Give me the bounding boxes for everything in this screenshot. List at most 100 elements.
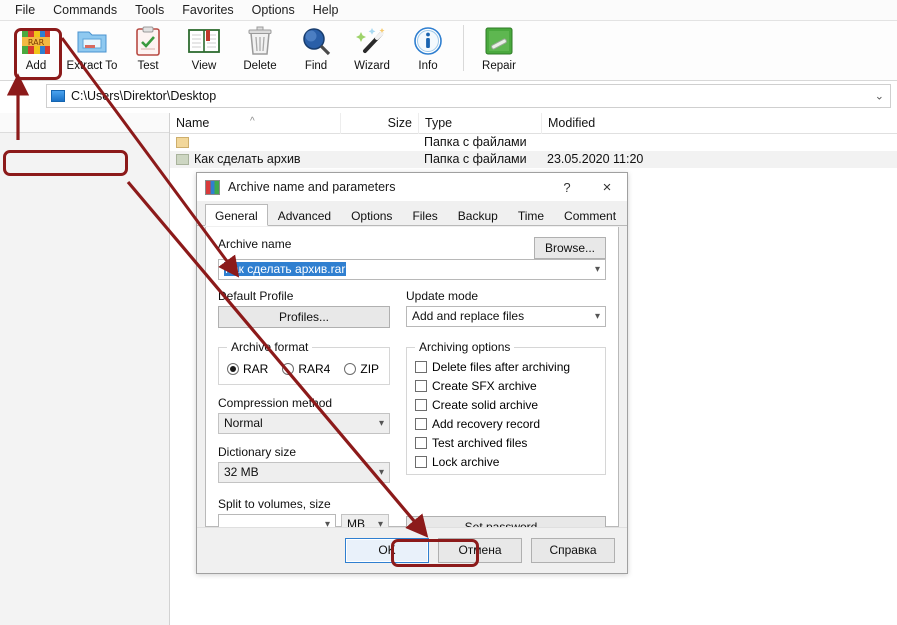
toolbar-label-test: Test [137,60,159,72]
checkbox-create-sfx-archive[interactable]: Create SFX archive [415,379,597,393]
checkbox-label: Create solid archive [432,398,539,412]
browse-button[interactable]: Browse... [534,237,606,259]
checkbox-lock-archive[interactable]: Lock archive [415,455,597,469]
file-size-cell [340,134,418,151]
chevron-down-icon[interactable]: ▾ [595,260,600,279]
folder-tree-pane[interactable] [0,113,170,625]
menu-item-file[interactable]: File [6,0,44,20]
help-button[interactable]: ? [547,173,587,201]
close-icon[interactable]: × [587,173,627,201]
checkbox-icon [415,437,427,449]
chevron-down-icon[interactable]: ⌄ [875,90,884,103]
radio-rar-label: RAR [243,362,269,376]
sort-ascending-icon: ^ [250,115,255,127]
archive-name-input[interactable]: Как сделать архив.rar ▾ [218,259,606,280]
toolbar-label-extract-to: Extract To [66,60,118,72]
toolbar-button-wizard[interactable]: Wizard [344,21,400,79]
tab-general[interactable]: General [205,204,268,226]
radio-dot-icon [344,363,357,375]
address-bar[interactable]: C:\Users\Direktor\Desktop ⌄ [46,84,891,108]
dictionary-size-label: Dictionary size [218,445,297,459]
folder-icon [176,154,189,165]
winrar-main-window: File Commands Tools Favorites Options He… [0,0,897,625]
toolbar-button-test[interactable]: Test [120,21,176,79]
tab-comment[interactable]: Comment [554,204,626,226]
radio-rar4[interactable]: RAR4 [282,362,330,376]
menu-item-tools[interactable]: Tools [126,0,173,20]
clipboard-check-icon [130,25,166,57]
archive-name-label: Archive name [218,237,292,251]
tab-time[interactable]: Time [508,204,554,226]
menu-item-help[interactable]: Help [304,0,348,20]
default-profile-label: Default Profile [218,289,294,303]
radio-dot-icon [227,363,239,375]
tab-options[interactable]: Options [341,204,402,226]
dictionary-size-select[interactable]: 32 MB ▾ [218,462,390,483]
column-header-type[interactable]: Type [418,112,541,134]
open-book-icon [186,25,222,57]
checkbox-delete-files-after-archiving[interactable]: Delete files after archiving [415,360,597,374]
extract-folder-icon [74,25,110,57]
radio-zip-label: ZIP [360,362,380,376]
toolbar-button-view[interactable]: View [176,21,232,79]
tab-backup[interactable]: Backup [448,204,508,226]
menu-item-commands[interactable]: Commands [44,0,126,20]
file-size-cell [340,151,418,168]
archive-name-value: Как сделать архив.rar [224,262,347,276]
checkbox-icon [415,361,427,373]
update-mode-value: Add and replace files [412,309,525,323]
archive-format-group: Archive format RAR RAR4 ZIP [218,340,390,385]
menu-item-options[interactable]: Options [243,0,304,20]
toolbar-button-find[interactable]: Find [288,21,344,79]
update-mode-select[interactable]: Add and replace files ▾ [406,306,606,327]
column-header-modified[interactable]: Modified [541,112,649,134]
toolbar-button-extract-to[interactable]: Extract To [64,21,120,79]
archive-format-radios: RAR RAR4 ZIP [227,362,381,376]
update-mode-label: Update mode [406,289,479,303]
radio-rar[interactable]: RAR [227,362,268,376]
magic-wand-icon [354,25,390,57]
toolbar-button-delete[interactable]: Delete [232,21,288,79]
table-row[interactable]: Как сделать архив Папка с файлами 23.05.… [170,151,897,168]
column-header-size[interactable]: Size [340,112,418,134]
tab-advanced[interactable]: Advanced [268,204,341,226]
ok-button[interactable]: OK [345,538,429,563]
magnifier-icon [298,25,334,57]
help-button-footer[interactable]: Справка [531,538,615,563]
dialog-general-panel: Archive name Browse... Как сделать архив… [205,227,619,539]
menu-bar: File Commands Tools Favorites Options He… [0,0,897,20]
tab-files[interactable]: Files [402,204,447,226]
checkbox-test-archived-files[interactable]: Test archived files [415,436,597,450]
table-row[interactable]: Папка с файлами [170,134,897,151]
desktop-icon [51,90,65,102]
checkbox-add-recovery-record[interactable]: Add recovery record [415,417,597,431]
checkbox-icon [415,399,427,411]
toolbar-button-repair[interactable]: Repair [471,21,527,79]
toolbar-label-wizard: Wizard [354,60,390,72]
file-modified-cell [541,134,649,151]
chevron-down-icon[interactable]: ▾ [379,463,384,482]
toolbar-separator [463,25,464,71]
menu-item-favorites[interactable]: Favorites [173,0,242,20]
checkbox-label: Delete files after archiving [432,360,571,374]
repair-icon [481,25,517,57]
checkbox-label: Lock archive [432,455,500,469]
cancel-button[interactable]: Отмена [438,538,522,563]
file-type-cell: Папка с файлами [424,135,527,149]
toolbar-button-info[interactable]: Info [400,21,456,79]
toolbar-button-add[interactable]: RAR Add [8,21,64,79]
file-modified-cell: 23.05.2020 11:20 [547,152,644,166]
checkbox-create-solid-archive[interactable]: Create solid archive [415,398,597,412]
column-header-name[interactable]: Name ^ [170,113,340,134]
compression-method-select[interactable]: Normal ▾ [218,413,390,434]
trash-icon [242,25,278,57]
archive-parameters-dialog: Archive name and parameters ? × General … [196,172,628,574]
chevron-down-icon[interactable]: ▾ [595,307,600,326]
profiles-button[interactable]: Profiles... [218,306,390,328]
dialog-footer: OK Отмена Справка [197,527,627,573]
svg-text:RAR: RAR [28,38,45,47]
chevron-down-icon[interactable]: ▾ [379,414,384,433]
radio-zip[interactable]: ZIP [344,362,379,376]
checkbox-icon [415,456,427,468]
file-name-text: Как сделать архив [194,152,301,166]
